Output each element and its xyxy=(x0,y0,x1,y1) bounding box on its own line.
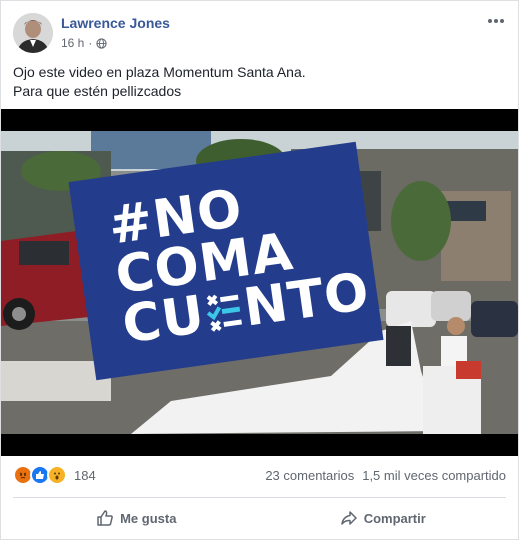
post-time[interactable]: 16 h xyxy=(61,36,84,50)
post-text: Ojo este video en plaza Momentum Santa A… xyxy=(13,63,503,101)
comments-count[interactable]: 23 comentarios xyxy=(265,468,354,483)
post-card: Lawrence Jones 16 h · Ojo este video en … xyxy=(0,0,519,540)
globe-icon[interactable] xyxy=(96,37,107,49)
reactions-summary[interactable]: 184 xyxy=(13,465,96,485)
post-text-line: Ojo este video en plaza Momentum Santa A… xyxy=(13,64,306,80)
author-avatar[interactable] xyxy=(13,13,53,53)
comment-share-stats: 23 comentarios 1,5 mil veces compartido xyxy=(265,468,506,483)
cross-check-icon xyxy=(206,294,243,332)
shares-count[interactable]: 1,5 mil veces compartido xyxy=(362,468,506,483)
share-label: Compartir xyxy=(363,510,426,526)
ellipsis-icon xyxy=(488,19,504,23)
author-name[interactable]: Lawrence Jones xyxy=(61,15,170,31)
like-button[interactable]: Me gusta xyxy=(13,501,260,535)
like-label: Me gusta xyxy=(120,510,177,526)
wow-icon xyxy=(47,465,67,485)
share-arrow-icon xyxy=(340,511,357,525)
share-button[interactable]: Compartir xyxy=(260,501,507,535)
more-options-icon[interactable] xyxy=(486,11,506,31)
engagement-stats: 184 23 comentarios 1,5 mil veces compart… xyxy=(13,464,506,486)
actions-divider xyxy=(13,497,506,498)
avatar-photo xyxy=(13,13,53,53)
no-coma-cuento-logo: #NO COMA CU NTO xyxy=(68,141,384,381)
logo-line: CU xyxy=(118,284,209,356)
post-actions: Me gusta Compartir xyxy=(13,501,506,535)
post-meta: 16 h · xyxy=(61,36,107,50)
post-text-line: Para que estén pellizcados xyxy=(13,83,182,99)
video-player[interactable]: #NO COMA CU NTO xyxy=(1,109,518,456)
meta-separator: · xyxy=(88,36,93,50)
thumbs-up-icon xyxy=(97,510,113,526)
reaction-count[interactable]: 184 xyxy=(74,468,96,483)
